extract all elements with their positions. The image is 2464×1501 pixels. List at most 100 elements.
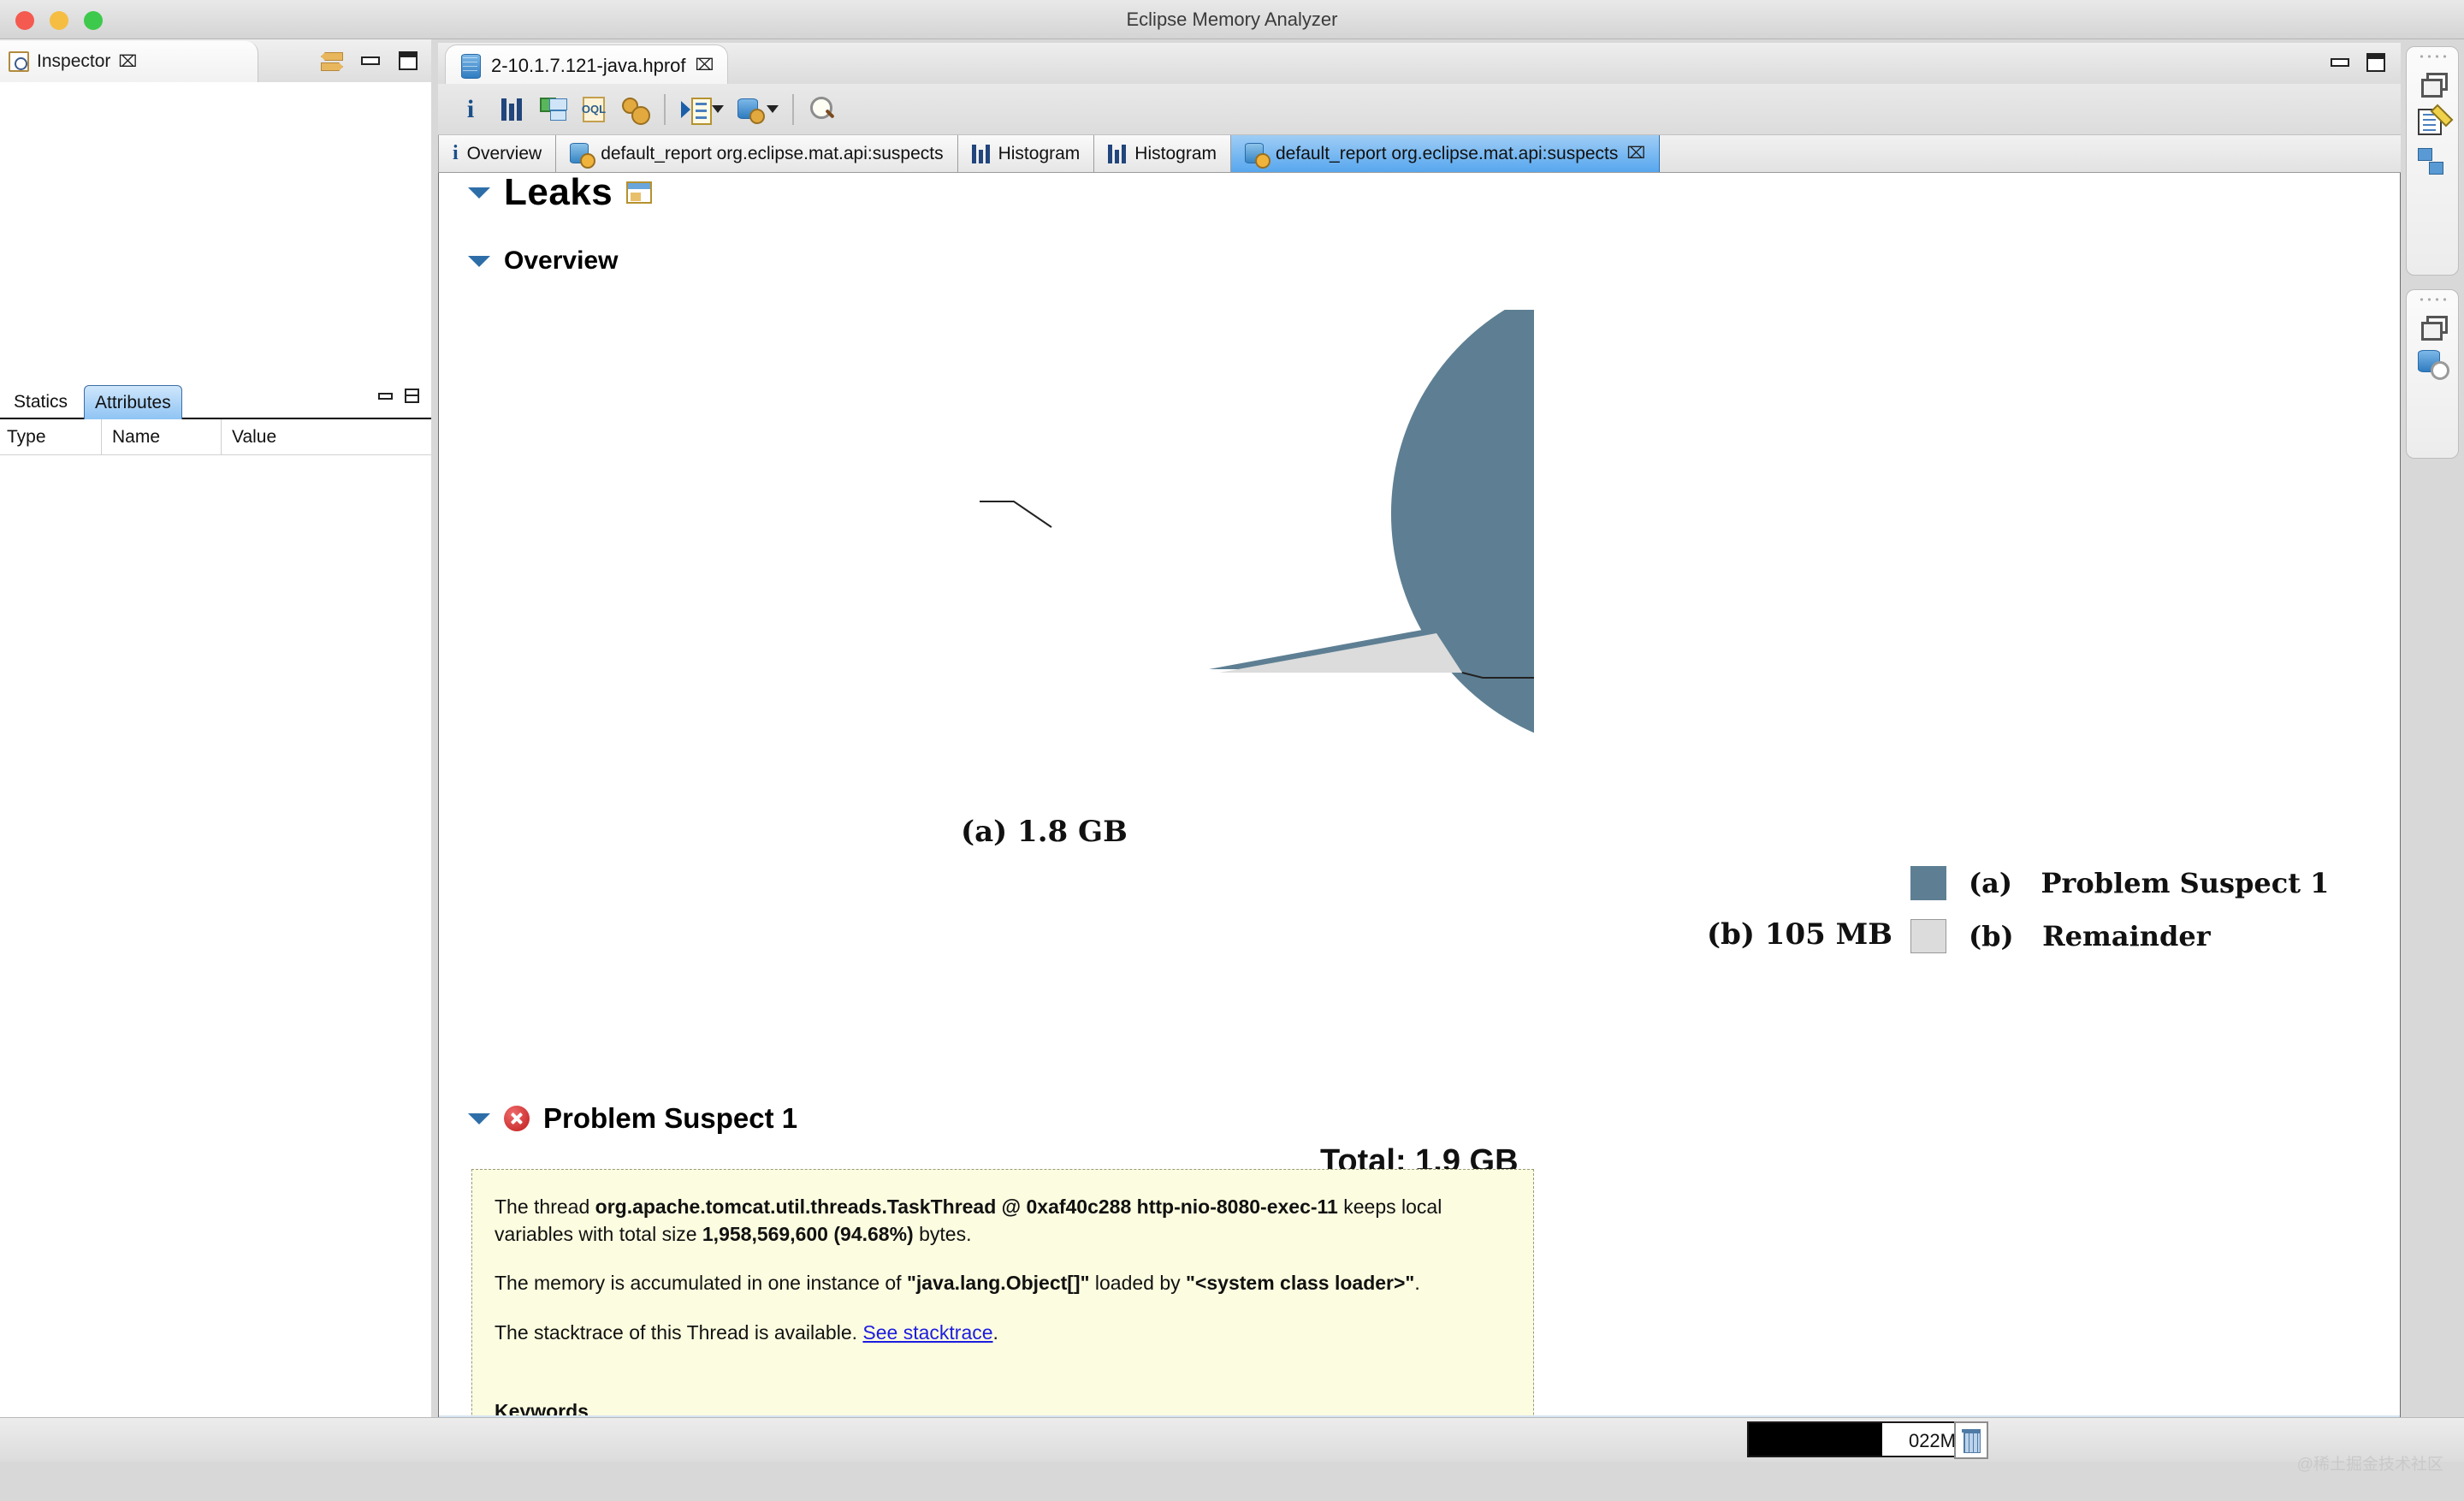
open-query-browser-button[interactable] bbox=[674, 89, 715, 130]
toolbar-separator bbox=[664, 93, 666, 125]
column-header-value[interactable]: Value bbox=[221, 418, 426, 455]
text-fragment: loaded by bbox=[1089, 1272, 1187, 1295]
restore-icon[interactable] bbox=[405, 389, 419, 403]
inspector-content bbox=[0, 82, 431, 382]
search-button[interactable] bbox=[803, 89, 844, 130]
heap-dump-icon bbox=[459, 53, 482, 79]
oql-button[interactable]: OQL bbox=[573, 89, 614, 130]
window-titlebar: Eclipse Memory Analyzer bbox=[0, 0, 2464, 39]
heap-status-indicator[interactable]: 022M bbox=[1747, 1421, 1966, 1457]
restore-icon[interactable] bbox=[2421, 316, 2448, 341]
tab-attributes[interactable]: Attributes bbox=[84, 385, 182, 419]
inspector-tab-label: Inspector bbox=[37, 51, 111, 71]
tab-label: default_report org.eclipse.mat.api:suspe… bbox=[1276, 143, 1619, 163]
inspector-view-toolbar bbox=[320, 50, 418, 72]
drag-handle[interactable] bbox=[2418, 54, 2447, 59]
minimize-icon[interactable] bbox=[2331, 58, 2349, 67]
close-icon[interactable]: ⌧ bbox=[1626, 145, 1645, 162]
tab-label: Overview bbox=[466, 143, 542, 163]
run-expert-system-test-button[interactable] bbox=[729, 89, 770, 130]
close-icon[interactable]: ⌧ bbox=[118, 53, 137, 70]
text-fragment: The memory is accumulated in one instanc… bbox=[495, 1272, 907, 1295]
pie-chart-legend: (a) Problem Suspect 1 (b) Remainder bbox=[1910, 866, 2329, 972]
window-title: Eclipse Memory Analyzer bbox=[1126, 9, 1338, 30]
tab-label: Histogram bbox=[1134, 143, 1217, 163]
histogram-icon bbox=[1108, 144, 1127, 163]
collapse-triangle-icon[interactable] bbox=[468, 255, 490, 267]
problem-suspect-section-header[interactable]: Problem Suspect 1 bbox=[468, 1102, 797, 1135]
restore-icon[interactable] bbox=[2421, 73, 2448, 98]
thread-name: org.apache.tomcat.util.threads.TaskThrea… bbox=[595, 1195, 1338, 1218]
dominator-tree-button[interactable] bbox=[532, 89, 573, 130]
leaks-section-header[interactable]: Leaks bbox=[468, 173, 653, 214]
tab-label: default_report org.eclipse.mat.api:suspe… bbox=[601, 143, 944, 163]
drag-handle[interactable] bbox=[2418, 297, 2447, 302]
overview-section-header[interactable]: Overview bbox=[468, 246, 618, 276]
pie-slice-problem-suspect-1[interactable] bbox=[1209, 310, 1534, 753]
problem-suspect-description-box: The thread org.apache.tomcat.util.thread… bbox=[471, 1169, 1534, 1456]
overview-heading: Overview bbox=[504, 246, 619, 275]
minimize-icon[interactable] bbox=[361, 56, 380, 65]
attributes-panel-toolbar bbox=[378, 389, 419, 403]
info-icon: i bbox=[466, 94, 475, 123]
histogram-icon bbox=[501, 98, 522, 121]
minimize-icon[interactable] bbox=[378, 392, 393, 400]
tab-histogram-2[interactable]: Histogram bbox=[1094, 135, 1231, 172]
toolbar-separator bbox=[792, 93, 794, 125]
column-header-name[interactable]: Name bbox=[101, 418, 221, 455]
calculate-retained-size-button[interactable] bbox=[614, 89, 655, 130]
class-loader-name: "<system class loader>" bbox=[1186, 1272, 1415, 1295]
overview-info-button[interactable]: i bbox=[450, 89, 491, 130]
network-hierarchy-icon[interactable] bbox=[2418, 148, 2447, 175]
pie-label-b: (b) 105 MB bbox=[1707, 917, 1892, 952]
column-header-type[interactable]: Type bbox=[0, 419, 101, 455]
tab-default-report-1[interactable]: default_report org.eclipse.mat.api:suspe… bbox=[556, 135, 958, 172]
pie-chart-svg bbox=[980, 310, 1534, 753]
histogram-icon bbox=[971, 144, 990, 163]
dominator-tree-icon bbox=[540, 97, 566, 122]
text-fragment: bytes. bbox=[913, 1222, 972, 1245]
histogram-button[interactable] bbox=[491, 89, 532, 130]
attributes-tabstrip: Statics Attributes bbox=[0, 382, 431, 419]
text-fragment: The stacktrace of this Thread is availab… bbox=[495, 1321, 863, 1344]
inspector-icon bbox=[9, 51, 29, 72]
tab-heap-dump[interactable]: 2-10.1.7.121-java.hprof ⌧ bbox=[445, 44, 729, 86]
tab-default-report-2-active[interactable]: default_report org.eclipse.mat.api:suspe… bbox=[1231, 135, 1661, 172]
report-icon bbox=[570, 142, 596, 169]
collapse-triangle-icon[interactable] bbox=[468, 187, 490, 199]
editor-tab-label: 2-10.1.7.121-java.hprof bbox=[491, 54, 686, 76]
gears-icon bbox=[622, 97, 650, 125]
heap-dump-search-icon[interactable] bbox=[2418, 350, 2449, 380]
watermark: @稀土掘金技术社区 bbox=[2296, 1456, 2443, 1474]
pie-slice-remainder[interactable] bbox=[1219, 633, 1462, 673]
collapse-triangle-icon[interactable] bbox=[468, 1112, 490, 1124]
editor-area: 2-10.1.7.121-java.hprof ⌧ i OQL i Overvi… bbox=[438, 43, 2401, 1457]
heap-usage-text: 022M bbox=[1908, 1430, 1956, 1451]
text-fragment: . bbox=[1414, 1272, 1420, 1295]
maximize-icon[interactable] bbox=[2366, 53, 2385, 72]
tab-histogram-1[interactable]: Histogram bbox=[957, 135, 1095, 172]
attributes-panel: Statics Attributes Type Name Value bbox=[0, 382, 431, 1457]
query-browser-icon bbox=[681, 97, 712, 125]
trash-icon bbox=[1962, 1429, 1981, 1453]
editor-window-controls bbox=[2331, 53, 2385, 72]
inspector-tabstrip: Inspector ⌧ bbox=[0, 39, 431, 82]
run-garbage-collector-button[interactable] bbox=[1954, 1421, 1988, 1459]
legend-item: (a) Problem Suspect 1 bbox=[1910, 866, 2329, 900]
leaks-heading: Leaks bbox=[504, 173, 613, 213]
maximize-icon[interactable] bbox=[399, 51, 418, 70]
heap-usage-fill bbox=[1749, 1423, 1883, 1456]
accumulating-class: "java.lang.Object[]" bbox=[906, 1272, 1090, 1295]
tab-inspector[interactable]: Inspector ⌧ bbox=[0, 41, 258, 82]
close-icon[interactable]: ⌧ bbox=[696, 57, 714, 74]
notes-editor-icon[interactable] bbox=[2418, 107, 2447, 135]
see-stacktrace-link[interactable]: See stacktrace bbox=[862, 1321, 992, 1344]
suspect-paragraph-2: The memory is accumulated in one instanc… bbox=[495, 1270, 1511, 1297]
tab-overview[interactable]: i Overview bbox=[438, 135, 557, 172]
tab-statics[interactable]: Statics bbox=[3, 385, 78, 419]
text-fragment: . bbox=[992, 1321, 998, 1344]
open-in-window-icon[interactable] bbox=[626, 181, 653, 204]
link-with-editor-icon[interactable] bbox=[320, 50, 342, 72]
pie-label-a: (a) 1.8 GB bbox=[961, 815, 1128, 849]
text-fragment: The thread bbox=[495, 1195, 595, 1218]
